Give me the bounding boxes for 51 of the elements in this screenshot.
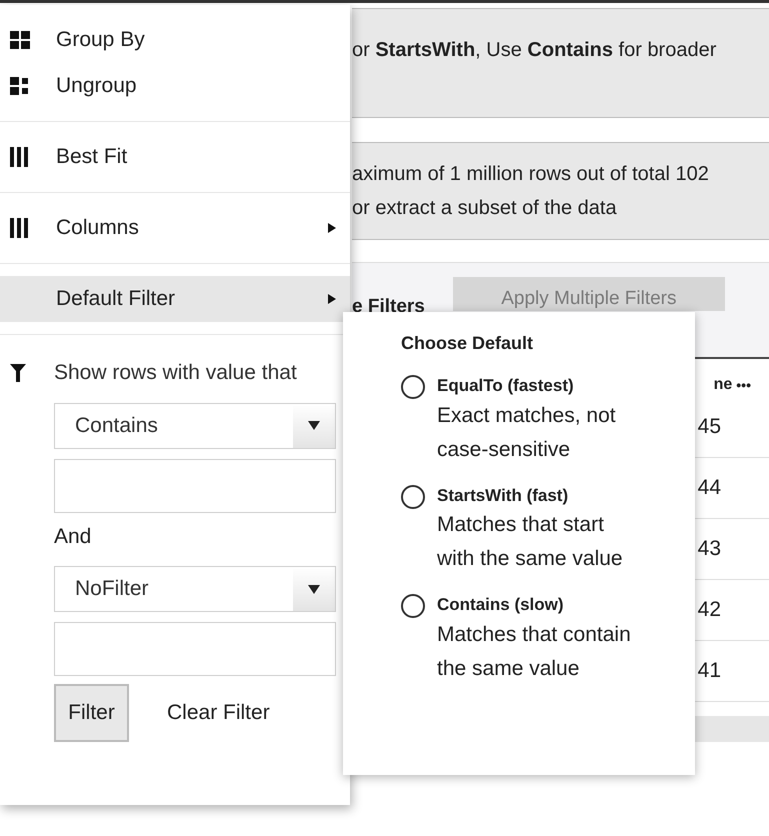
notice-text: aximum of 1 million rows out of total 102: [352, 162, 710, 187]
option-description: Matches that start with the same value: [437, 512, 624, 572]
table-cell-text: 42: [698, 597, 721, 624]
column-header: ne: [714, 375, 732, 395]
value-input[interactable]: [54, 622, 336, 676]
caret-icon: [326, 222, 338, 234]
clear-filter-button[interactable]: Clear Filter: [167, 697, 270, 729]
dropdown-icon: [308, 421, 320, 430]
table-cell-text: 44: [698, 475, 721, 502]
option-description: Exact matches, not case-sensitive: [437, 402, 617, 462]
value-input[interactable]: [54, 458, 336, 512]
operator-select[interactable]: NoFilter: [54, 566, 336, 612]
column-menu[interactable]: •••: [736, 374, 751, 396]
menu-item[interactable]: Group By: [0, 17, 350, 63]
menu-item-label: Default Filter: [56, 286, 176, 312]
submenu-title: Choose Default: [401, 332, 534, 355]
table-cell-text: 41: [698, 658, 721, 684]
menu-item[interactable]: Ungroup: [0, 63, 350, 109]
menu-item-label: Ungroup: [56, 73, 138, 100]
radio-option[interactable]: EqualTo (fastest) Exact matches, not case-sensitive: [401, 373, 695, 466]
radio-option[interactable]: Contains (slow) Matches that contain the same value: [401, 592, 695, 686]
filter-icon: [10, 364, 26, 382]
radio-button[interactable]: [401, 375, 425, 399]
columns-icon: [10, 147, 28, 167]
grid-icon: [10, 31, 30, 49]
option-label: Contains (slow): [437, 594, 565, 616]
grid-icon: [10, 77, 30, 95]
caret-icon: [326, 293, 338, 305]
dropdown-icon: [308, 584, 320, 594]
menu-item[interactable]: Columns: [0, 205, 350, 251]
radio-button[interactable]: [401, 594, 425, 618]
option-label: StartsWith (fast): [437, 484, 570, 506]
menu-item[interactable]: Best Fit: [0, 134, 350, 180]
menu-item[interactable]: Default Filter: [0, 276, 350, 322]
operator-select[interactable]: Contains: [54, 402, 336, 448]
option-label: EqualTo (fastest): [437, 375, 575, 397]
table-cell-text: 45: [698, 414, 721, 440]
menu-item-label: Group By: [56, 27, 146, 54]
option-description: Matches that contain the same value: [437, 622, 632, 682]
filter-button[interactable]: Filter: [54, 684, 129, 742]
menu-item-label: Columns: [56, 215, 140, 242]
conjunction-label: And: [54, 524, 92, 550]
notice-text: or extract a subset of the data: [352, 196, 618, 221]
menu-item-label: Best Fit: [56, 144, 128, 170]
filter-title: Show rows with value that: [54, 360, 297, 386]
radio-button[interactable]: [401, 484, 425, 508]
radio-option[interactable]: StartsWith (fast) Matches that start with the same value: [401, 482, 695, 576]
toolbar-label: e Filters: [352, 295, 425, 319]
notice-text: or StartsWith, Use Contains for broader: [352, 39, 716, 61]
table-cell-text: 43: [698, 536, 721, 562]
columns-icon: [10, 218, 28, 238]
